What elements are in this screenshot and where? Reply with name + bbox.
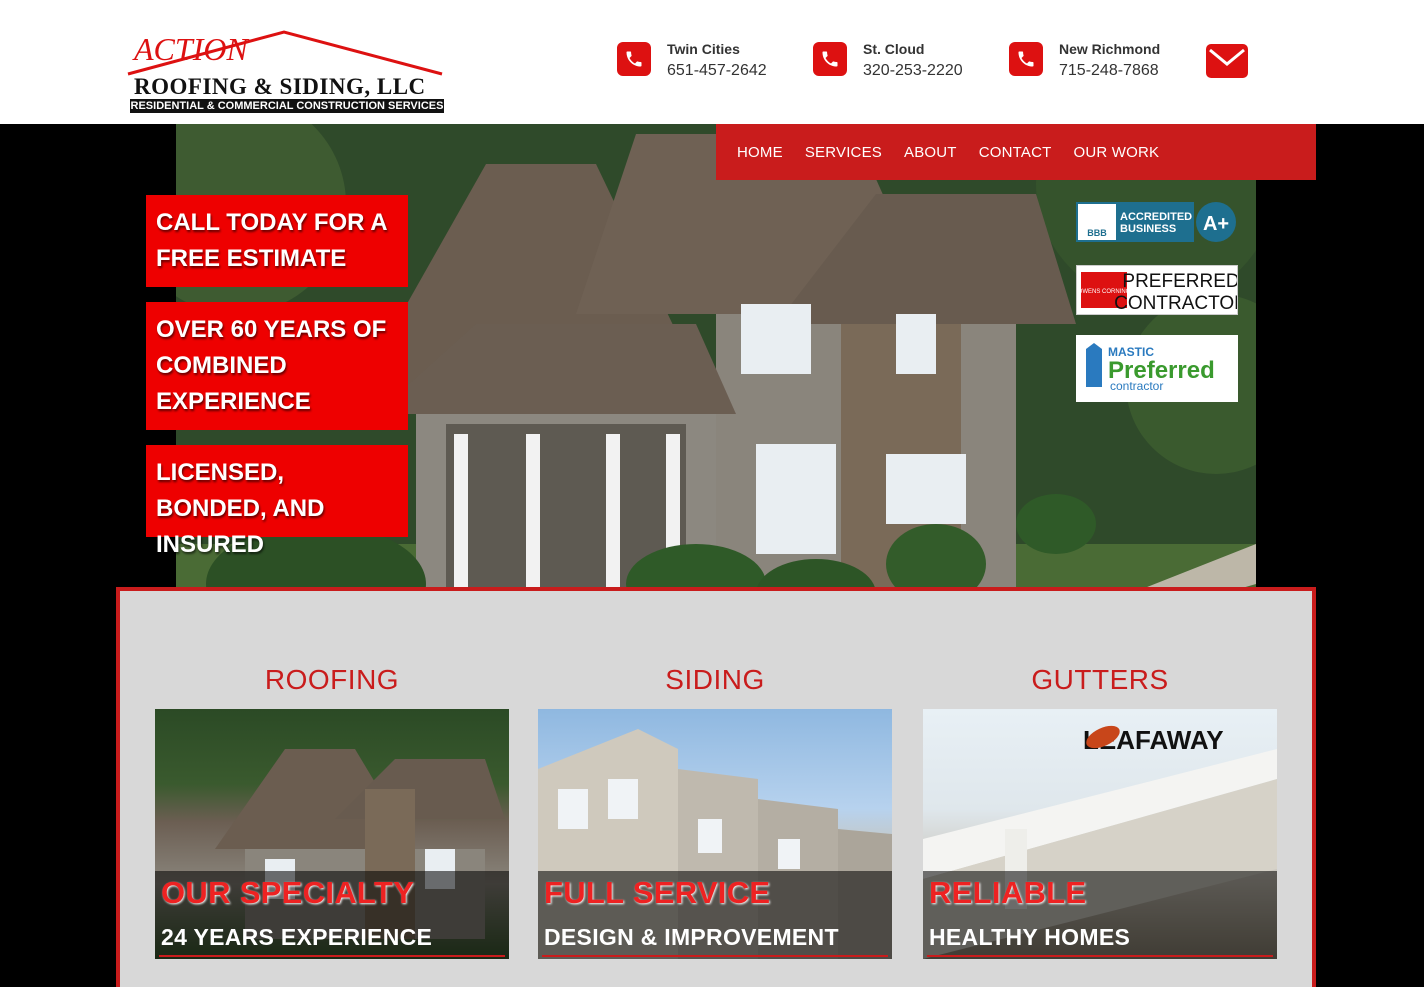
card-headline: FULL SERVICE [544,875,771,910]
owens-line1: PREFERRED [1122,271,1237,292]
nav-home[interactable]: HOME [737,144,783,161]
card-headline: RELIABLE [929,875,1087,910]
phone-icon [617,42,651,76]
promo-experience: OVER 60 YEARS OF COMBINED EXPERIENCE [146,302,408,430]
promo-free-estimate: CALL TODAY FOR A FREE ESTIMATE [146,195,408,287]
bbb-accredited-badge[interactable]: BBB ACCREDITED BUSINESS A+ [1076,200,1238,244]
service-card-gutters[interactable]: LEAFAWAY RELIABLE HEALTHY HOMES [923,709,1277,959]
service-title-siding[interactable]: SIDING [538,664,892,696]
card-subline: DESIGN & IMPROVEMENT [544,924,839,950]
service-card-siding[interactable]: FULL SERVICE DESIGN & IMPROVEMENT [538,709,892,959]
service-title-roofing[interactable]: ROOFING [155,664,509,696]
card-subline: HEALTHY HOMES [929,924,1131,950]
contact-city: New Richmond [1059,41,1161,57]
contact-city: Twin Cities [667,41,740,57]
contact-new-richmond[interactable]: New Richmond 715-248-7868 [1009,40,1160,84]
company-name: ROOFING & SIDING, LLC [134,74,426,99]
contact-st-cloud[interactable]: St. Cloud 320-253-2220 [813,40,963,84]
card-subline: 24 YEARS EXPERIENCE [161,924,433,950]
bbb-rating: A+ [1203,213,1229,235]
contact-twin-cities[interactable]: Twin Cities 651-457-2642 [617,40,767,84]
bbb-line1: ACCREDITED [1120,211,1192,223]
mastic-preferred-badge[interactable]: MASTIC Preferred contractor [1076,335,1238,402]
nav-contact[interactable]: CONTACT [979,144,1052,161]
nav-about[interactable]: ABOUT [904,144,957,161]
logo-action-text: ACTION [132,31,249,67]
promo-licensed: LICENSED, BONDED, AND INSURED [146,445,408,558]
mail-icon[interactable] [1206,44,1248,78]
owens-line2: CONTRACTOR [1114,293,1237,314]
company-tagline: RESIDENTIAL & COMMERCIAL CONSTRUCTION SE… [130,99,444,113]
card-underline [542,955,888,957]
mastic-sub: contractor [1110,379,1163,393]
service-title-gutters[interactable]: GUTTERS [923,664,1277,696]
phone-icon [813,42,847,76]
phone-icon [1009,42,1043,76]
contact-phone[interactable]: 651-457-2642 [667,58,767,84]
owens-corning-badge[interactable]: OWENS CORNING PREFERRED CONTRACTOR [1076,265,1248,315]
nav-our-work[interactable]: OUR WORK [1073,144,1159,161]
bbb-line2: BUSINESS [1120,223,1176,235]
main-nav: HOME SERVICES ABOUT CONTACT OUR WORK [716,124,1316,180]
contact-phone[interactable]: 715-248-7868 [1059,58,1160,84]
site-header: ACTION ROOFING & SIDING, LLC RESIDENTIAL… [0,0,1424,124]
card-underline [927,955,1273,957]
contact-city: St. Cloud [863,41,925,57]
card-headline: OUR SPECIALTY [161,875,415,910]
bbb-logo-text: BBB [1087,228,1107,238]
contact-phone[interactable]: 320-253-2220 [863,58,963,84]
card-underline [159,955,505,957]
nav-services[interactable]: SERVICES [805,144,882,161]
service-card-roofing[interactable]: OUR SPECIALTY 24 YEARS EXPERIENCE [155,709,509,959]
company-logo[interactable]: ACTION ROOFING & SIDING, LLC RESIDENTIAL… [124,8,450,118]
